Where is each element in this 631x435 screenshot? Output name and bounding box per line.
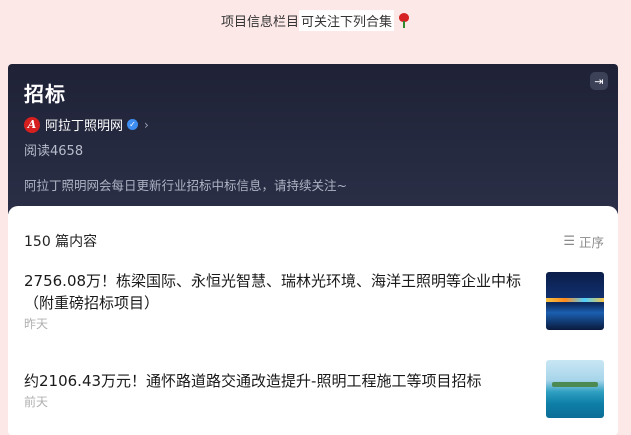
article-thumbnail [546,272,604,330]
article-time: 昨天 [24,317,49,331]
collection-hint-prefix: 项目信息栏目 [220,14,299,30]
sort-icon: ☰ [563,233,575,249]
article-time: 前天 [24,395,49,409]
collection-description: 阿拉丁照明网会每日更新行业招标中标信息，请持续关注~ [24,178,347,193]
collection-hint: 项目信息栏目 可关注下列合集 [0,0,631,40]
article-list-panel: 150 篇内容 ☰ 正序 2756.08万！栋梁国际、永恒光智慧、瑞林光环境、海… [8,206,618,435]
collection-header: 招标 ⇥ A 阿拉丁照明网 ✓ › 阅读4658 阿拉丁照明网会每日更新行业招标… [8,64,618,214]
chevron-right-icon: › [144,117,149,132]
verified-badge-icon: ✓ [127,119,139,130]
list-item[interactable]: 约2106.43万元！通怀路道路交通改造提升-照明工程施工等项目招标 前天 [24,358,604,418]
article-thumbnail [546,360,604,418]
list-header: 150 篇内容 ☰ 正序 [24,206,604,270]
article-count: 150 篇内容 [24,234,98,250]
read-count: 阅读4658 [24,144,84,159]
article-title: 约2106.43万元！通怀路道路交通改造提升-照明工程施工等项目招标 [24,372,482,390]
account-logo: A [24,116,40,133]
exit-icon[interactable]: ⇥ [590,72,608,90]
sort-button[interactable]: ☰ 正序 [563,232,604,251]
collection-hint-highlight: 可关注下列合集 [299,9,395,31]
collection-card: 招标 ⇥ A 阿拉丁照明网 ✓ › 阅读4658 阿拉丁照明网会每日更新行业招标… [8,64,618,435]
list-item[interactable]: 2756.08万！栋梁国际、永恒光智慧、瑞林光环境、海洋王照明等企业中标（附重磅… [24,270,604,358]
account-link[interactable]: A 阿拉丁照明网 ✓ › [24,115,602,134]
sort-label: 正序 [578,234,604,250]
collection-title: 招标 [24,82,66,106]
account-name: 阿拉丁照明网 [45,119,124,134]
rose-icon [398,12,410,28]
article-title: 2756.08万！栋梁国际、永恒光智慧、瑞林光环境、海洋王照明等企业中标（附重磅… [24,272,522,312]
